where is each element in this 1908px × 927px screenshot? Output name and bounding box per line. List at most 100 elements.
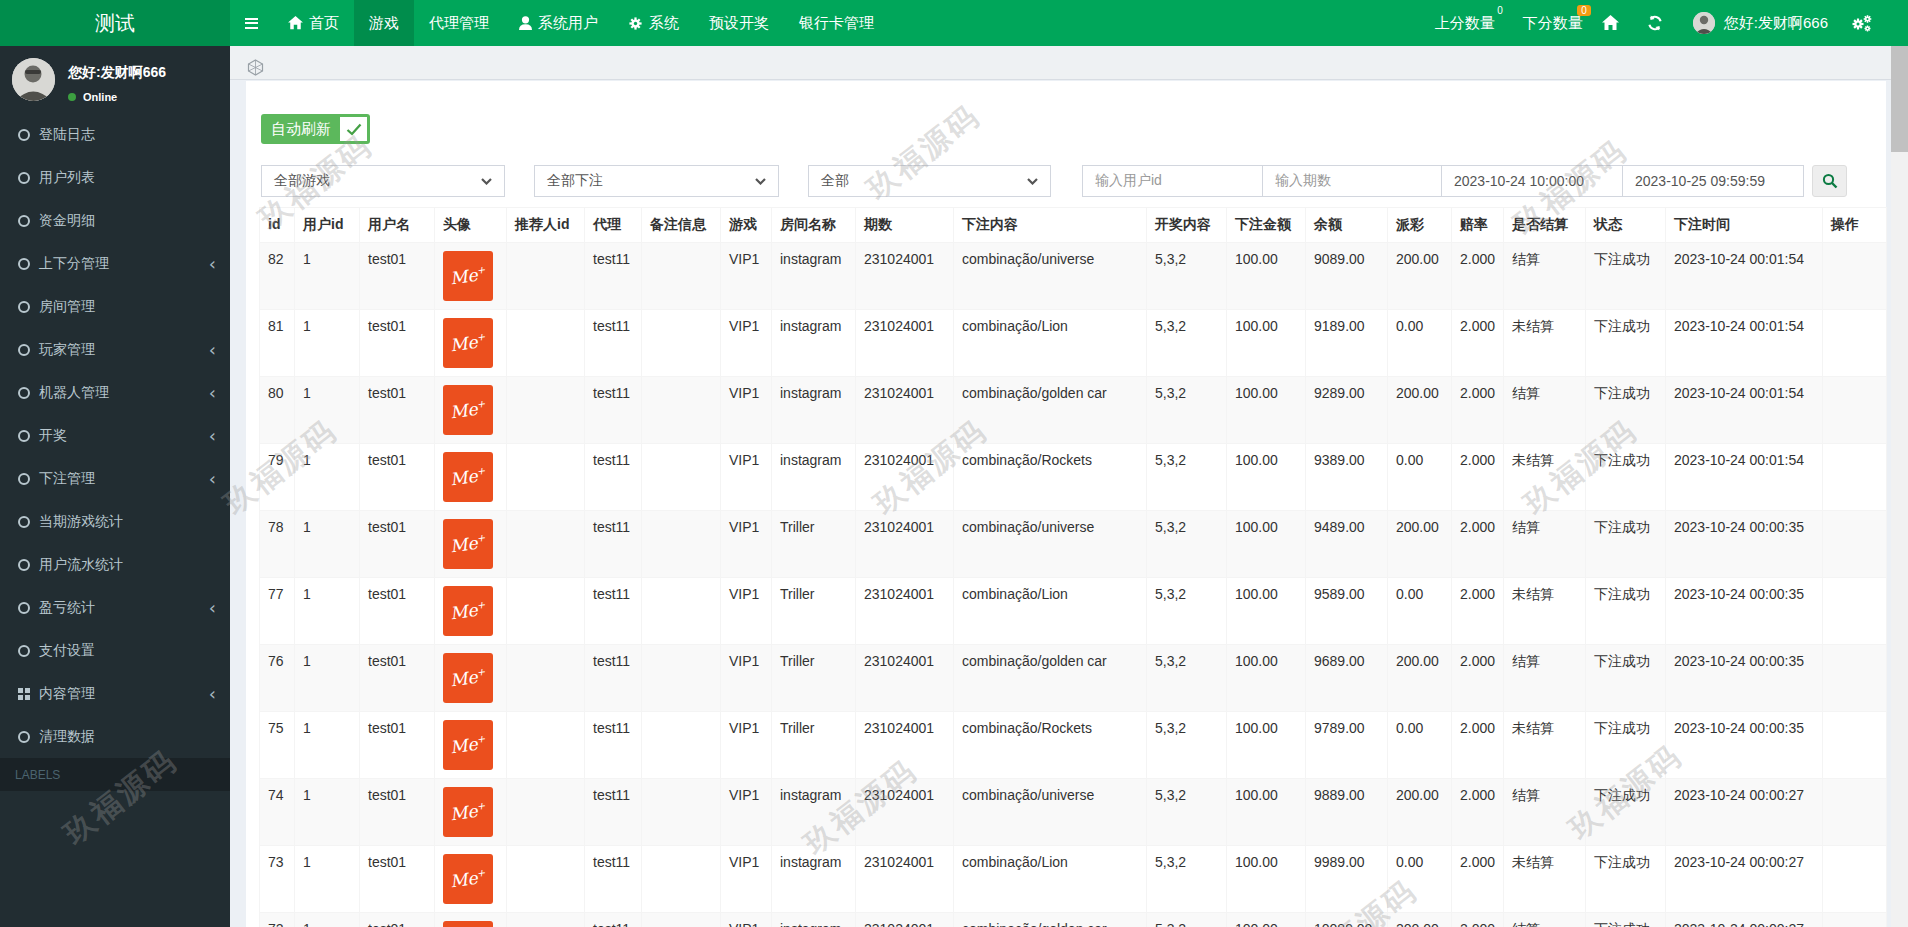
sidebar-item-8[interactable]: 开奖‹ [0, 414, 230, 457]
chevron-left-icon: ‹ [209, 258, 216, 270]
greeting-text[interactable]: 您好:发财啊666 [1724, 14, 1828, 33]
content-area: 自动刷新 全部游戏全部下注全部输入用户id输入期数2023-10-24 10:0… [230, 46, 1891, 927]
cell-room: instagram [772, 779, 856, 846]
cell-action [1823, 444, 1887, 511]
period-input[interactable]: 输入期数 [1262, 165, 1442, 197]
cell-balance: 9889.00 [1306, 779, 1388, 846]
cell-referrer [507, 377, 585, 444]
tab-cube-icon[interactable] [247, 59, 264, 76]
cell-odds: 2.000 [1452, 578, 1504, 645]
sidebar-item-11[interactable]: 用户流水统计 [0, 543, 230, 586]
chevron-left-icon: ‹ [209, 344, 216, 356]
nav-item-5[interactable]: 系统 [613, 0, 694, 46]
filter-select-2[interactable]: 全部下注 [534, 165, 779, 197]
cell-note [642, 511, 721, 578]
nav-item-7[interactable]: 银行卡管理 [784, 0, 889, 46]
sidebar-toggle-button[interactable] [230, 0, 273, 46]
table-row: 741test01Me+test11VIP1instagram231024001… [260, 779, 1887, 846]
cell-id: 81 [260, 310, 295, 377]
cell-action [1823, 377, 1887, 444]
col-header-2: 用户id [295, 208, 360, 243]
nav-item-4[interactable]: 系统用户 [504, 0, 613, 46]
auto-refresh-checkbox[interactable] [340, 117, 367, 141]
cell-bet: combinação/universe [954, 243, 1147, 310]
sidebar-item-10[interactable]: 当期游戏统计 [0, 500, 230, 543]
sidebar-item-9[interactable]: 下注管理‹ [0, 457, 230, 500]
cell-draw: 5,3,2 [1147, 511, 1227, 578]
cell-status: 下注成功 [1586, 310, 1666, 377]
cell-period: 231024001 [856, 846, 954, 913]
cell-balance: 10089.00 [1306, 913, 1388, 927]
col-header-15: 派彩 [1388, 208, 1452, 243]
main-panel: 自动刷新 全部游戏全部下注全部输入用户id输入期数2023-10-24 10:0… [246, 81, 1886, 927]
nav-item-3[interactable]: 代理管理 [414, 0, 504, 46]
cell-status: 下注成功 [1586, 377, 1666, 444]
sidebar-item-15[interactable]: 清理数据 [0, 715, 230, 758]
sidebar-item-5[interactable]: 房间管理 [0, 285, 230, 328]
sidebar-item-12[interactable]: 盈亏统计‹ [0, 586, 230, 629]
circle-icon [18, 731, 30, 743]
cell-note [642, 913, 721, 927]
nav-item-2[interactable]: 游戏 [354, 0, 414, 46]
cell-bet: combinação/universe [954, 511, 1147, 578]
search-button[interactable] [1812, 165, 1847, 197]
circle-icon [18, 172, 30, 184]
cell-avatar: Me+ [435, 846, 507, 913]
refresh-icon[interactable] [1647, 15, 1663, 31]
sidebar-item-1[interactable]: 登陆日志 [0, 113, 230, 156]
scrollbar-thumb[interactable] [1891, 46, 1908, 152]
score-down-menu[interactable]: 下分数量0 [1523, 14, 1583, 33]
circle-icon [18, 258, 30, 270]
sidebar-item-4[interactable]: 上下分管理‹ [0, 242, 230, 285]
circle-icon [18, 301, 30, 313]
cell-note [642, 578, 721, 645]
cell-referrer [507, 712, 585, 779]
cell-time: 2023-10-24 00:00:27 [1666, 913, 1823, 927]
cell-user_id: 1 [295, 846, 360, 913]
vertical-scrollbar[interactable] [1891, 46, 1908, 927]
date-end-input[interactable]: 2023-10-25 09:59:59 [1622, 165, 1804, 197]
cell-balance: 9289.00 [1306, 377, 1388, 444]
sidebar-item-14[interactable]: 内容管理‹ [0, 672, 230, 715]
sidebar-item-6[interactable]: 玩家管理‹ [0, 328, 230, 371]
cell-action [1823, 578, 1887, 645]
nav-item-6[interactable]: 预设开奖 [694, 0, 784, 46]
cell-note [642, 243, 721, 310]
sidebar-user-panel: 您好:发财啊666 Online [12, 58, 166, 103]
filter-select-1[interactable]: 全部游戏 [261, 165, 505, 197]
cell-balance: 9189.00 [1306, 310, 1388, 377]
cell-balance: 9389.00 [1306, 444, 1388, 511]
cell-username: test01 [360, 645, 435, 712]
cell-game: VIP1 [721, 712, 772, 779]
cell-period: 231024001 [856, 511, 954, 578]
filter-select-3[interactable]: 全部 [808, 165, 1051, 197]
cell-note [642, 846, 721, 913]
cell-action [1823, 712, 1887, 779]
sidebar-item-3[interactable]: 资金明细 [0, 199, 230, 242]
app-logo[interactable]: 测试 [0, 0, 230, 46]
cell-room: Triller [772, 645, 856, 712]
sidebar-item-13[interactable]: 支付设置 [0, 629, 230, 672]
table-row: 781test01Me+test11VIP1Triller231024001co… [260, 511, 1887, 578]
sidebar-user-status[interactable]: Online [68, 91, 166, 103]
home-icon[interactable] [1602, 15, 1619, 31]
settings-gears-icon[interactable] [1851, 14, 1872, 33]
cell-bet: combinação/golden car [954, 913, 1147, 927]
col-header-16: 赔率 [1452, 208, 1504, 243]
user-avatar[interactable] [1693, 12, 1715, 34]
cell-status: 下注成功 [1586, 645, 1666, 712]
user-id-input[interactable]: 输入用户id [1082, 165, 1263, 197]
auto-refresh-button[interactable]: 自动刷新 [261, 114, 370, 144]
sidebar-item-2[interactable]: 用户列表 [0, 156, 230, 199]
sidebar: 您好:发财啊666 Online 登陆日志用户列表资金明细上下分管理‹房间管理玩… [0, 46, 230, 927]
cell-status: 下注成功 [1586, 243, 1666, 310]
cell-username: test01 [360, 511, 435, 578]
score-up-menu[interactable]: 上分数量0 [1435, 14, 1495, 33]
cell-action [1823, 243, 1887, 310]
sidebar-item-7[interactable]: 机器人管理‹ [0, 371, 230, 414]
nav-item-1[interactable]: 首页 [273, 0, 354, 46]
cell-username: test01 [360, 779, 435, 846]
cell-room: Triller [772, 511, 856, 578]
cell-time: 2023-10-24 00:00:35 [1666, 511, 1823, 578]
date-start-input[interactable]: 2023-10-24 10:00:00 [1441, 165, 1623, 197]
